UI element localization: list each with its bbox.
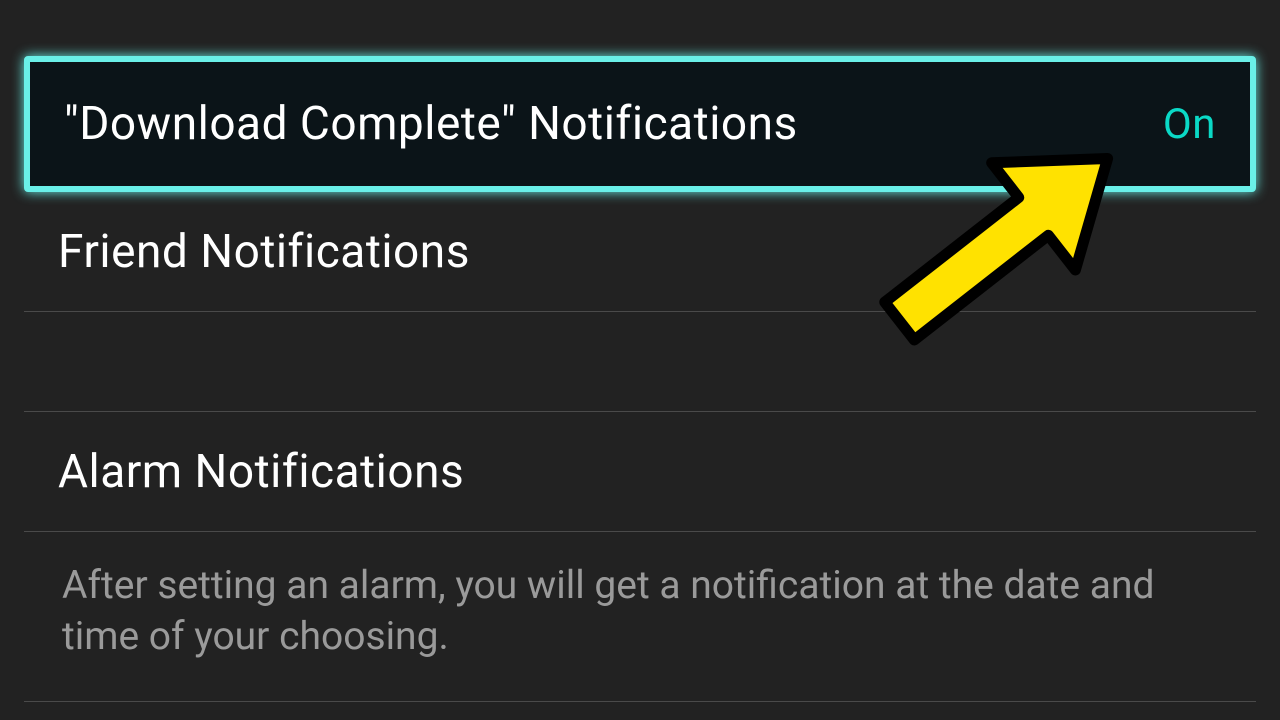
download-complete-notifications-row[interactable]: "Download Complete" Notifications On bbox=[24, 56, 1256, 192]
notification-settings-list: "Download Complete" Notifications On Fri… bbox=[0, 0, 1280, 702]
section-spacer bbox=[24, 312, 1256, 412]
alarm-notifications-row[interactable]: Alarm Notifications bbox=[24, 412, 1256, 532]
download-complete-value: On bbox=[1163, 100, 1216, 149]
alarm-notifications-label: Alarm Notifications bbox=[58, 445, 464, 499]
alarm-notifications-description: After setting an alarm, you will get a n… bbox=[24, 532, 1256, 702]
friend-notifications-row[interactable]: Friend Notifications bbox=[24, 192, 1256, 312]
download-complete-label: "Download Complete" Notifications bbox=[64, 97, 798, 151]
friend-notifications-label: Friend Notifications bbox=[58, 225, 470, 279]
